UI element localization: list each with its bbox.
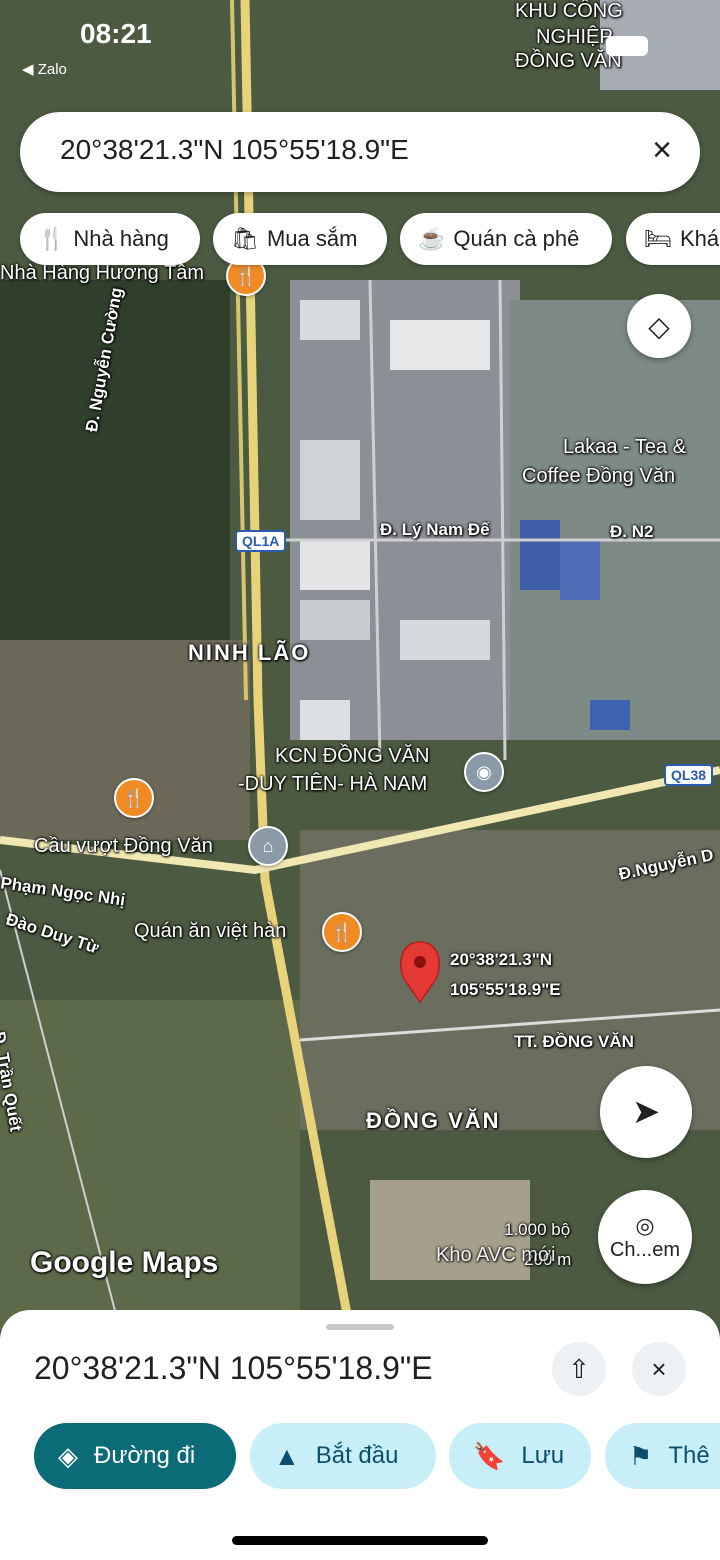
- label-kho: Kho AVC mới: [436, 1244, 556, 1266]
- place-title: 20°38'21.3"N 105°55'18.9"E: [34, 1350, 433, 1386]
- location-poi-icon[interactable]: ◉: [464, 752, 504, 792]
- chip-restaurants[interactable]: 🍴 Nhà hàng: [20, 213, 200, 265]
- directions-button[interactable]: ◈ Đường đi: [34, 1423, 236, 1489]
- bookmark-icon: 🔖: [473, 1440, 506, 1471]
- camera-label: Ch...em: [609, 1238, 681, 1261]
- navigation-arrow-icon: ➤: [631, 1093, 661, 1131]
- label-lakaa-1: Lakaa - Tea &: [563, 436, 687, 458]
- label-n2: Đ. N2: [610, 522, 654, 541]
- label-nha-hang: Nhà Hàng Hương Tâm: [0, 262, 205, 284]
- start-button[interactable]: ▲ Bắt đầu: [250, 1423, 436, 1489]
- action-label: Đường đi: [94, 1442, 196, 1469]
- chip-hotels[interactable]: 🛏 Khá: [626, 213, 720, 265]
- action-label: Bắt đầu: [315, 1442, 399, 1469]
- place-sheet[interactable]: 20°38'21.3"N 105°55'18.9"E ⇧ × ◈ Đường đ…: [0, 1310, 720, 1560]
- map-view[interactable]: KHU CÔNG NGHIỆP ĐỒNG VĂN Nhà Hàng Hương …: [0, 0, 720, 1330]
- sheet-drag-handle[interactable]: [326, 1324, 394, 1330]
- layers-button[interactable]: ◇: [627, 294, 691, 358]
- action-label: Thê: [668, 1442, 710, 1469]
- pin-label-lng: 105°55'18.9"E: [450, 980, 561, 999]
- label-kcn-2: -DUY TIÊN- HÀ NAM: [238, 773, 428, 795]
- share-icon: ⇧: [568, 1353, 590, 1384]
- camera-icon: ◎: [635, 1212, 655, 1238]
- camera-explore-button[interactable]: ◎ Ch...em: [598, 1190, 692, 1284]
- layers-icon: ◇: [648, 310, 670, 342]
- chip-label: Nhà hàng: [73, 226, 169, 251]
- label-ninh-lao: NINH LÃO: [188, 640, 311, 665]
- google-maps-logo: Google Maps: [30, 1246, 219, 1279]
- restaurant-poi-icon-2[interactable]: 🍴: [114, 778, 154, 818]
- directions-icon: ◈: [58, 1440, 78, 1471]
- restaurant-poi-icon-3[interactable]: 🍴: [322, 912, 362, 952]
- label-kcn-top-2: NGHIỆP: [536, 26, 613, 48]
- label-dong-van: ĐỒNG VĂN: [366, 1108, 501, 1133]
- chip-coffee[interactable]: ☕ Quán cà phê: [400, 213, 612, 265]
- chip-shopping[interactable]: 🛍 Mua sắm: [213, 213, 387, 265]
- back-to-zalo[interactable]: ◀ Zalo: [22, 60, 67, 78]
- label-cau-vuot: Cầu vượt Đồng Văn: [34, 835, 213, 857]
- scale-label: 1.000 bộ: [504, 1220, 571, 1239]
- pin-label-lat: 20°38'21.3"N: [450, 950, 553, 969]
- bridge-poi-icon[interactable]: ⌂: [248, 826, 288, 866]
- chip-label: Quán cà phê: [453, 226, 580, 251]
- share-button[interactable]: ⇧: [552, 1342, 606, 1396]
- my-location-button[interactable]: ➤: [600, 1066, 692, 1158]
- chip-label: Khá: [679, 226, 720, 251]
- label-quan-an: Quán ăn việt hàn: [134, 920, 287, 942]
- sheet-close-button[interactable]: ×: [632, 1342, 686, 1396]
- hotel-icon: 🛏: [644, 226, 672, 251]
- chip-label: Mua sắm: [266, 226, 358, 251]
- category-chips: 🍴 Nhà hàng 🛍 Mua sắm ☕ Quán cà phê 🛏 Khá: [20, 213, 720, 265]
- close-icon[interactable]: ×: [652, 130, 672, 170]
- label-kcn-top-3: ĐỒNG VĂN: [515, 50, 622, 72]
- search-query[interactable]: 20°38'21.3"N 105°55'18.9"E: [60, 134, 409, 166]
- restaurant-icon: 🍴: [38, 226, 66, 251]
- shopping-bag-icon: 🛍: [231, 226, 259, 251]
- route-shield-ql1a: QL1A: [235, 530, 287, 552]
- battery-icon: [606, 36, 648, 56]
- save-button[interactable]: 🔖 Lưu: [449, 1423, 591, 1489]
- home-indicator: [232, 1536, 488, 1545]
- navigate-icon: ▲: [274, 1440, 300, 1471]
- label-ly-nam-de: Đ. Lý Nam Đế: [380, 520, 490, 539]
- action-label: Lưu: [521, 1442, 565, 1469]
- add-label-button[interactable]: ⚑ Thê: [605, 1423, 720, 1489]
- status-time: 08:21: [80, 18, 152, 49]
- close-icon: ×: [651, 1353, 667, 1384]
- coffee-icon: ☕: [418, 226, 446, 251]
- flag-icon: ⚑: [629, 1440, 653, 1471]
- label-lakaa-2: Coffee Đồng Văn: [522, 465, 676, 487]
- route-shield-ql38: QL38: [664, 764, 714, 786]
- label-tt-dong-van: TT. ĐỒNG VĂN: [514, 1032, 634, 1051]
- label-kcn-1: KCN ĐỒNG VĂN: [275, 745, 430, 767]
- label-kcn-top-1: KHU CÔNG: [515, 0, 623, 22]
- search-bar[interactable]: 20°38'21.3"N 105°55'18.9"E ×: [20, 112, 700, 192]
